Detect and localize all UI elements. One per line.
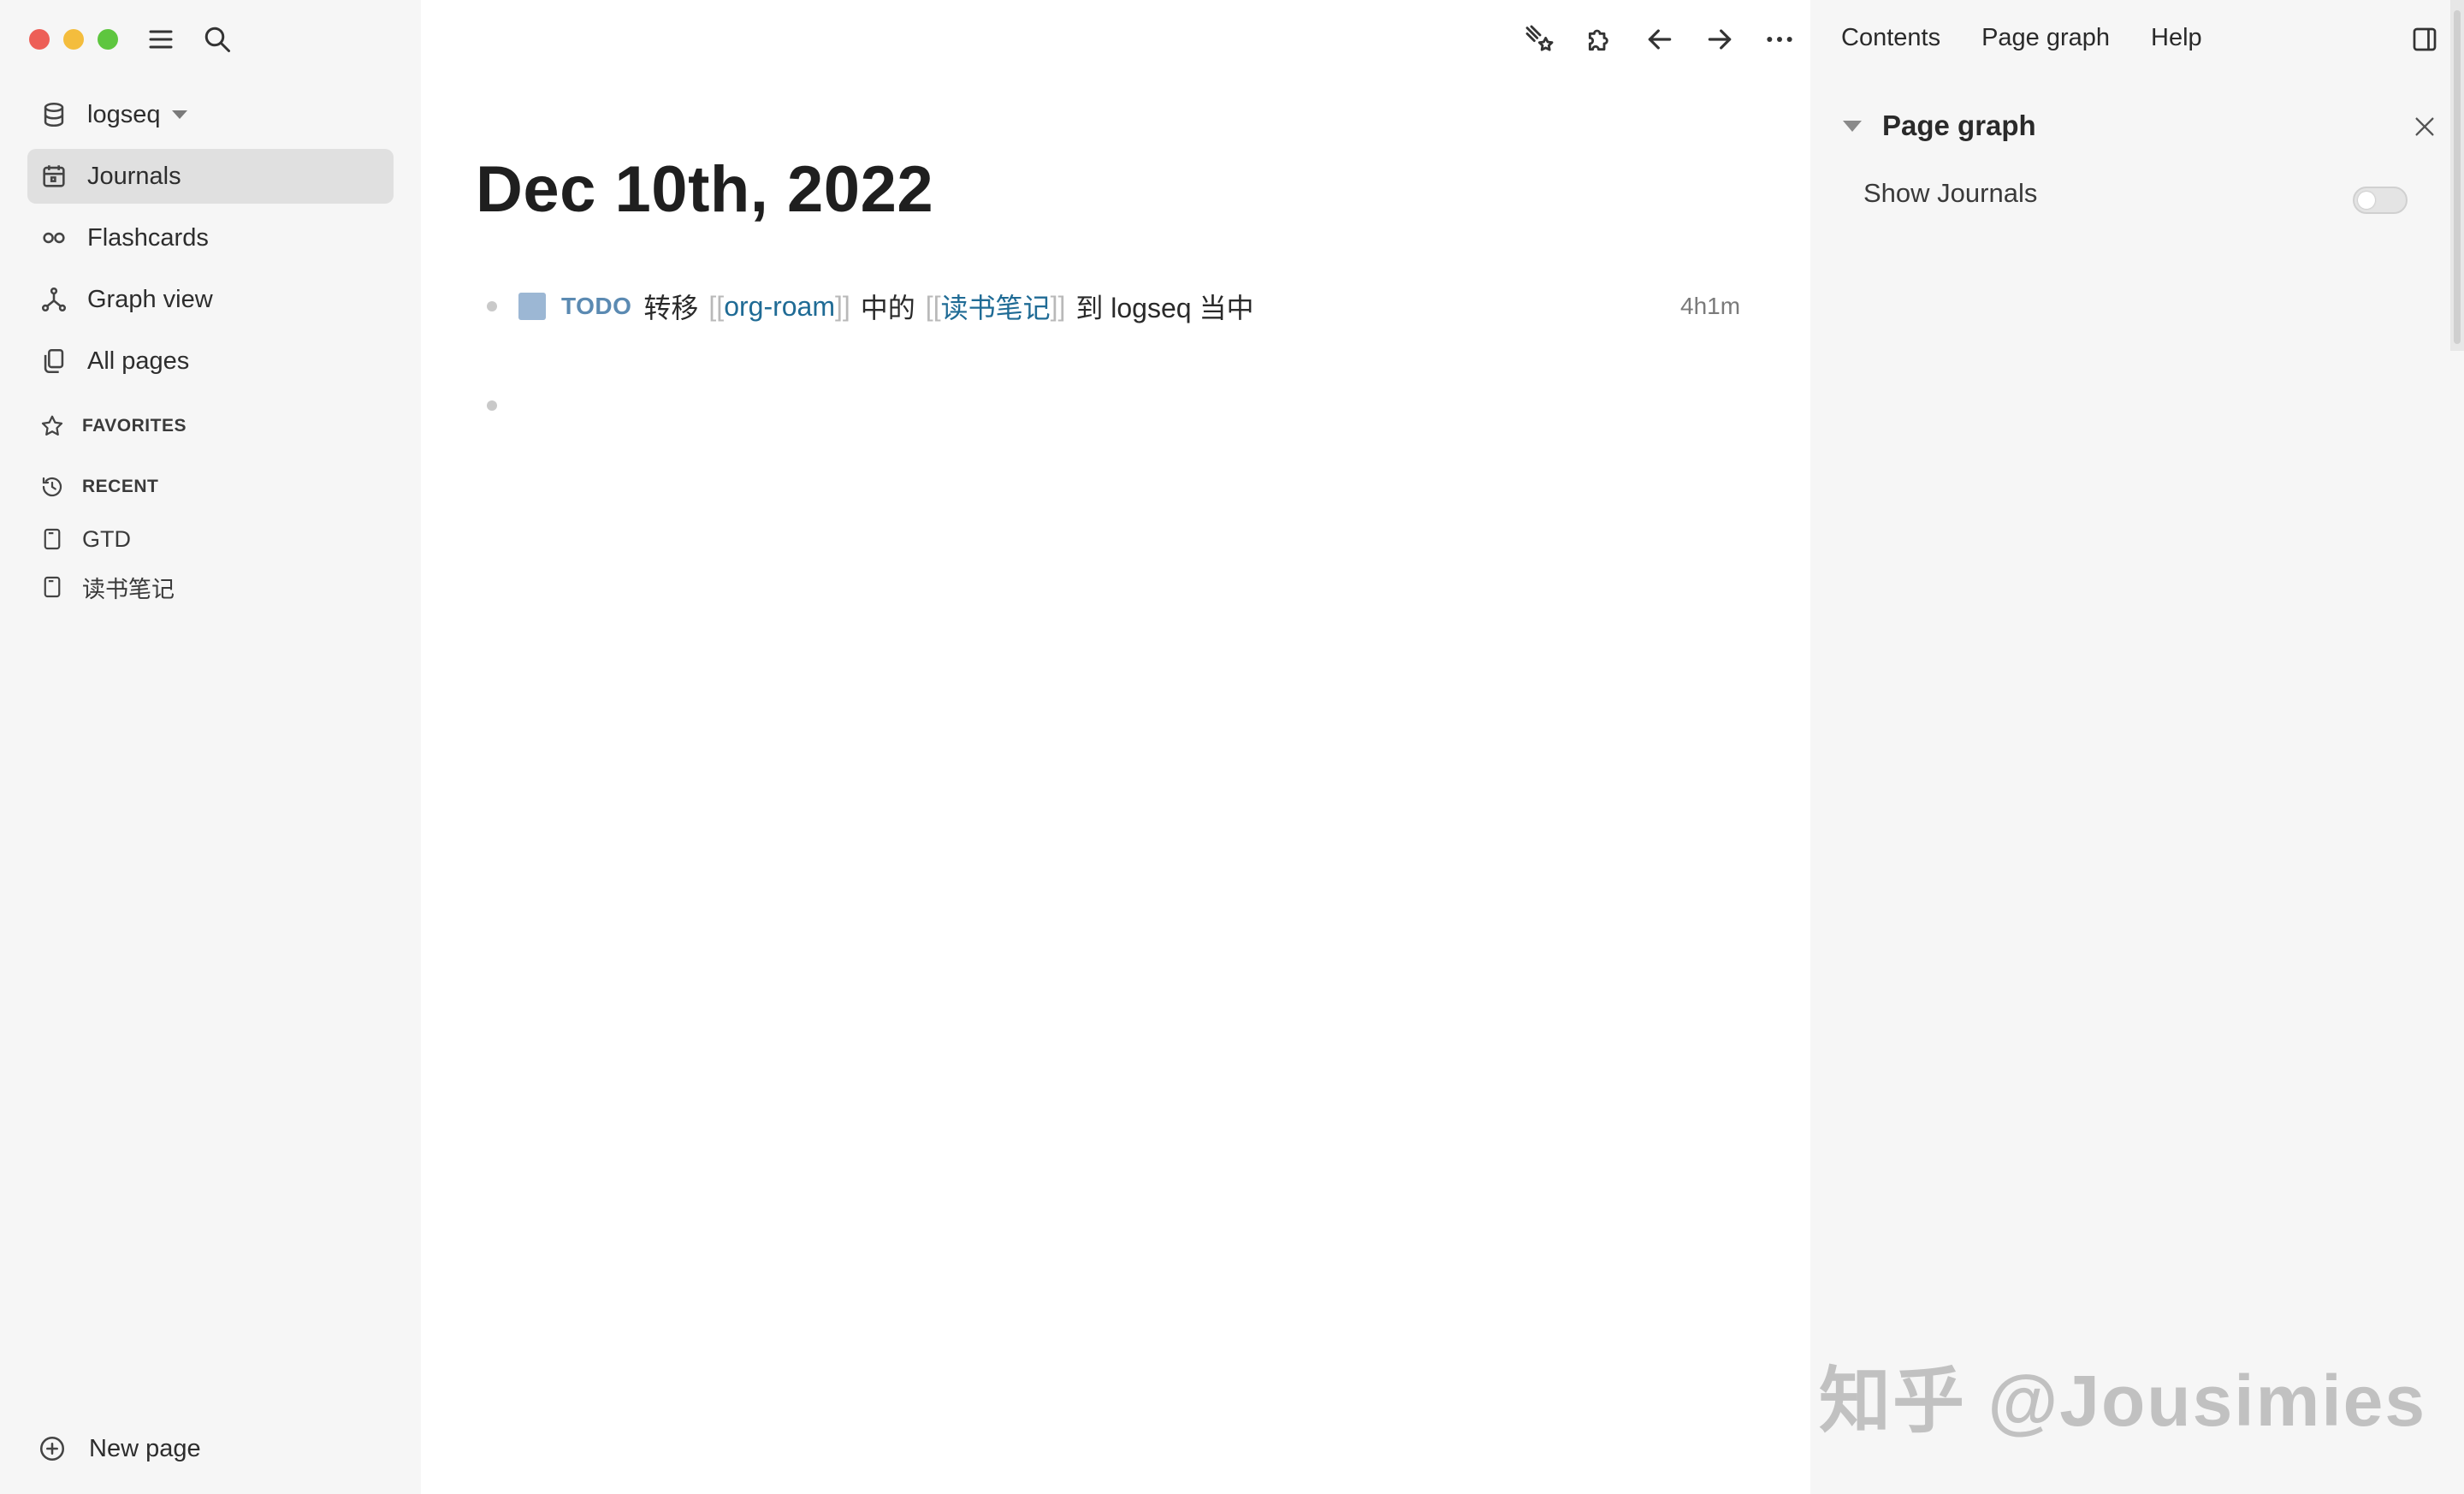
recent-section-header[interactable]: RECENT <box>39 471 158 502</box>
more-icon[interactable] <box>1762 22 1797 56</box>
minimize-window-button[interactable] <box>63 29 84 50</box>
database-icon <box>44 102 64 127</box>
left-sidebar: logseq Journals Flashcards Graph view Al… <box>0 0 421 1494</box>
right-sidebar: Contents Page graph Help Page graph Show… <box>1810 0 2464 1494</box>
block-timer: 4h1m <box>1680 293 1741 319</box>
todo-marker[interactable]: TODO <box>561 293 631 320</box>
right-sidebar-scrollbar[interactable] <box>2450 0 2464 351</box>
show-journals-toggle[interactable] <box>2353 187 2408 214</box>
favorites-section-header[interactable]: FAVORITES <box>39 411 187 442</box>
caret-down-icon <box>172 110 188 119</box>
panel-title: Page graph <box>1882 110 2036 141</box>
window-controls <box>29 29 118 50</box>
sidebar-item-flashcards[interactable]: Flashcards <box>27 210 394 265</box>
sidebar-item-label: Journals <box>87 162 181 190</box>
ref-bracket-close: ]] <box>835 290 850 322</box>
calendar-icon <box>43 165 65 187</box>
page-icon <box>44 528 61 550</box>
empty-block-bullet[interactable] <box>487 400 497 411</box>
new-page-button[interactable]: New page <box>38 1429 201 1468</box>
main-toolbar <box>1523 22 1797 56</box>
recent-label: RECENT <box>82 477 159 496</box>
ref-bracket-open: [[ <box>708 290 725 322</box>
sidebar-item-all-pages[interactable]: All pages <box>27 334 394 388</box>
block-text: 中的 <box>860 293 915 323</box>
block-text: 转移 <box>643 293 699 323</box>
tab-help[interactable]: Help <box>2151 24 2202 52</box>
block-bullet[interactable] <box>487 301 497 311</box>
recent-item-gtd[interactable]: GTD <box>43 520 131 558</box>
pages-icon <box>44 348 64 374</box>
tab-contents[interactable]: Contents <box>1841 24 1940 52</box>
puzzle-icon[interactable] <box>1583 22 1617 56</box>
sidebar-item-graph-view[interactable]: Graph view <box>27 272 394 327</box>
new-page-label: New page <box>89 1434 201 1462</box>
favorites-label: FAVORITES <box>82 416 187 436</box>
sidebar-item-label: Graph view <box>87 285 213 313</box>
arrow-right-icon[interactable] <box>1703 22 1737 56</box>
ref-bracket-close: ]] <box>1050 290 1066 322</box>
close-icon[interactable] <box>2411 113 2438 140</box>
page-ref-org-roam[interactable]: org-roam <box>724 291 835 323</box>
watermark: 知乎 @Jousimies <box>1819 1361 2427 1441</box>
page-ref-reading-notes[interactable]: 读书笔记 <box>941 287 1051 326</box>
sidebar-top-icons <box>145 24 233 55</box>
ref-bracket-open: [[ <box>925 290 941 322</box>
recent-item-label: GTD <box>82 525 131 552</box>
page-title[interactable]: Dec 10th, 2022 <box>476 152 933 227</box>
maximize-window-button[interactable] <box>98 29 118 50</box>
recent-item-label: 读书笔记 <box>82 576 175 602</box>
history-icon <box>42 477 62 497</box>
recent-item-reading-notes[interactable]: 读书笔记 <box>43 568 175 606</box>
graph-icon <box>41 287 67 312</box>
infinity-icon <box>43 232 65 244</box>
whiteboard-star-icon[interactable] <box>1523 22 1557 56</box>
tab-page-graph[interactable]: Page graph <box>1981 24 2110 52</box>
arrow-left-icon[interactable] <box>1643 22 1677 56</box>
page-graph-panel-header[interactable]: Page graph <box>1843 110 2036 142</box>
right-sidebar-tabs: Contents Page graph Help <box>1841 24 2202 52</box>
menu-icon[interactable] <box>145 24 176 55</box>
star-icon <box>41 415 63 436</box>
todo-checkbox[interactable] <box>518 293 546 320</box>
page-icon <box>44 576 61 598</box>
search-icon[interactable] <box>202 24 233 55</box>
sidebar-item-journals[interactable]: Journals <box>27 149 394 204</box>
sidebar-item-label: Flashcards <box>87 223 209 252</box>
sidebar-item-label: All pages <box>87 347 190 375</box>
show-journals-label: Show Journals <box>1863 178 2038 208</box>
graph-name: logseq <box>87 100 161 128</box>
close-window-button[interactable] <box>29 29 50 50</box>
block-text: 到 logseq 当中 <box>1075 293 1254 323</box>
plus-circle-icon <box>39 1436 65 1461</box>
graph-selector[interactable]: logseq <box>27 87 394 142</box>
toggle-right-sidebar-icon[interactable] <box>2409 24 2440 55</box>
todo-block[interactable]: TODO 转移 [[org-roam]] 中的 [[读书笔记]] 到 logse… <box>518 284 1253 329</box>
collapse-triangle-icon[interactable] <box>1843 120 1862 132</box>
